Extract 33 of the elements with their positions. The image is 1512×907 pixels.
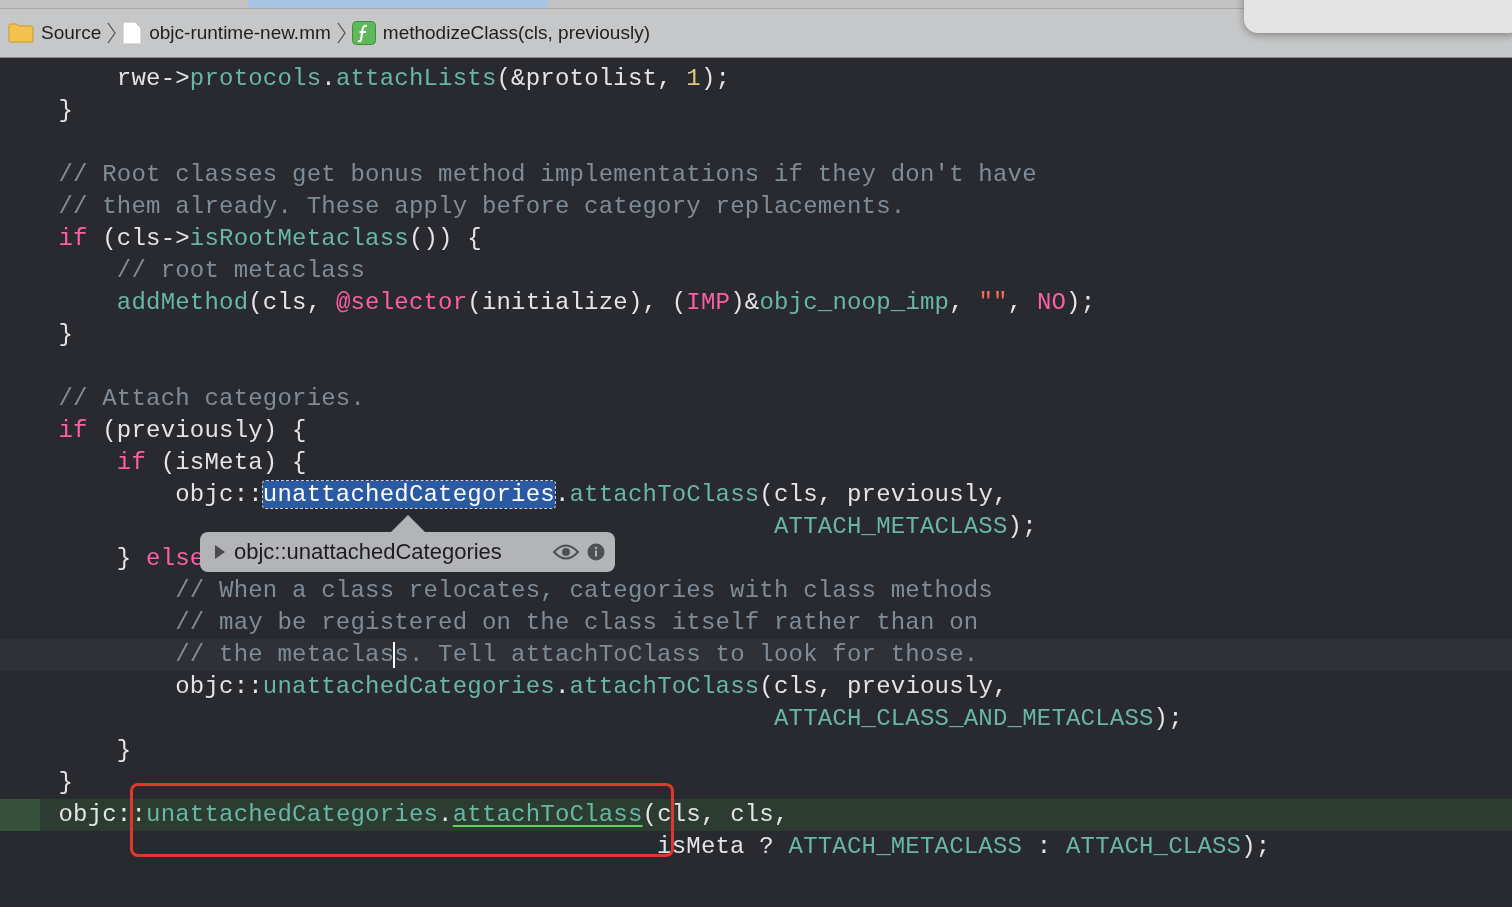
code-line: if (isMeta) {: [116, 448, 307, 478]
code-line: // may be registered on the class itself rather than on: [175, 608, 979, 638]
code-line: objc::unattachedCategories.attachToClass(cls, previously,: [175, 672, 1008, 702]
code-line: // root metaclass: [116, 256, 366, 286]
code-line: // them already. These apply before category replacements.: [58, 192, 906, 222]
text-cursor: [393, 641, 396, 668]
code-line: ATTACH_METACLASS);: [773, 512, 1037, 542]
code-line: if (previously) {: [58, 416, 307, 446]
code-line: addMethod(cls, @selector(initialize), (IMP)&objc_noop_imp, "", NO);: [116, 288, 1096, 318]
code-line: }: [58, 96, 74, 126]
chevron-icon: [107, 22, 117, 44]
code-line: // When a class relocates, categories with class methods: [175, 576, 993, 606]
code-line: }: [58, 320, 74, 350]
folder-icon: [8, 23, 34, 43]
code-line: }: [58, 768, 74, 798]
breadcrumb-item[interactable]: Source: [41, 22, 102, 44]
code-line: // the metaclass. Tell attachToClass to look for those.: [175, 640, 979, 670]
breadcrumb-item[interactable]: objc-runtime-new.mm: [149, 22, 331, 44]
chevron-icon: [336, 22, 346, 44]
code-line: objc::unattachedCategories.attachToClass(cls, previously,: [175, 480, 1008, 510]
code-line: // Root classes get bonus method implementations if they don't have: [58, 160, 1037, 190]
breadcrumb-item[interactable]: methodizeClass(cls, previously): [382, 22, 650, 44]
code-line: ATTACH_CLASS_AND_METACLASS);: [773, 704, 1183, 734]
eye-icon[interactable]: [553, 544, 579, 560]
file-icon: [122, 21, 143, 45]
function-icon: [351, 21, 376, 45]
code-line: // Attach categories.: [58, 384, 366, 414]
tooltip-text: objc::unattachedCategories: [234, 539, 503, 565]
info-icon[interactable]: [587, 543, 605, 561]
disclosure-icon[interactable]: [214, 545, 226, 559]
code-line: }: [116, 736, 132, 766]
code-line: rwe->protocols.attachLists(&protolist, 1);: [116, 64, 731, 94]
code-line: if (cls->isRootMetaclass()) {: [58, 224, 482, 254]
